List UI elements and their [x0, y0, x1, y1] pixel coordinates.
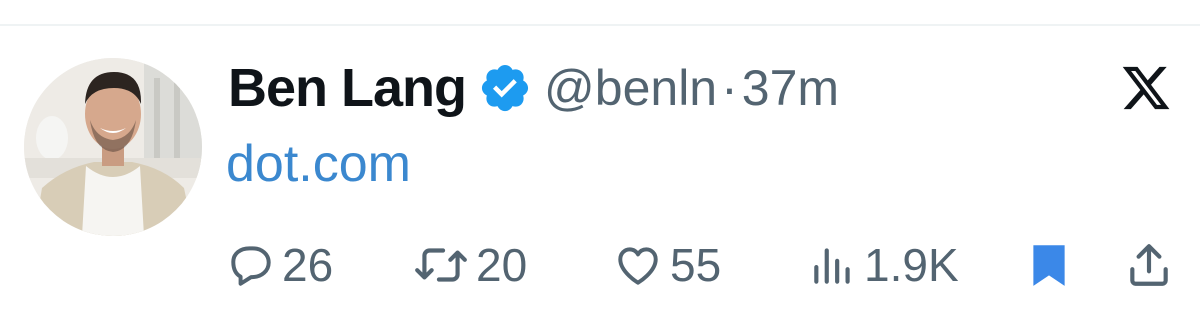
share-icon — [1124, 240, 1174, 290]
retweet-count: 20 — [476, 239, 528, 291]
retweet-icon — [412, 240, 470, 290]
display-name[interactable]: Ben Lang — [228, 57, 467, 119]
user-handle[interactable]: @benln — [544, 59, 717, 117]
views-button[interactable]: 1.9K — [808, 230, 959, 300]
reply-count: 26 — [282, 239, 334, 291]
tweet-header: Ben Lang @benln · 37m — [228, 50, 839, 126]
bookmark-icon — [1024, 240, 1074, 290]
views-icon — [808, 240, 858, 290]
like-count: 55 — [670, 239, 722, 291]
x-logo-icon[interactable] — [1120, 62, 1172, 114]
retweet-button[interactable]: 20 — [412, 230, 527, 300]
like-button[interactable]: 55 — [612, 230, 721, 300]
heart-icon — [612, 240, 664, 290]
avatar[interactable] — [24, 58, 202, 236]
tweet-text-link[interactable]: dot.com — [226, 134, 411, 194]
avatar-photo — [24, 58, 202, 236]
verified-badge-icon[interactable] — [478, 61, 532, 115]
views-count: 1.9K — [864, 239, 959, 291]
timestamp[interactable]: 37m — [742, 59, 839, 117]
bookmark-button[interactable] — [1024, 230, 1074, 300]
reply-button[interactable]: 26 — [226, 230, 333, 300]
top-divider — [0, 24, 1200, 26]
share-button[interactable] — [1124, 230, 1174, 300]
separator-dot: · — [721, 60, 738, 116]
reply-icon — [226, 240, 276, 290]
action-bar: 26 20 55 1.9K — [226, 230, 1186, 300]
